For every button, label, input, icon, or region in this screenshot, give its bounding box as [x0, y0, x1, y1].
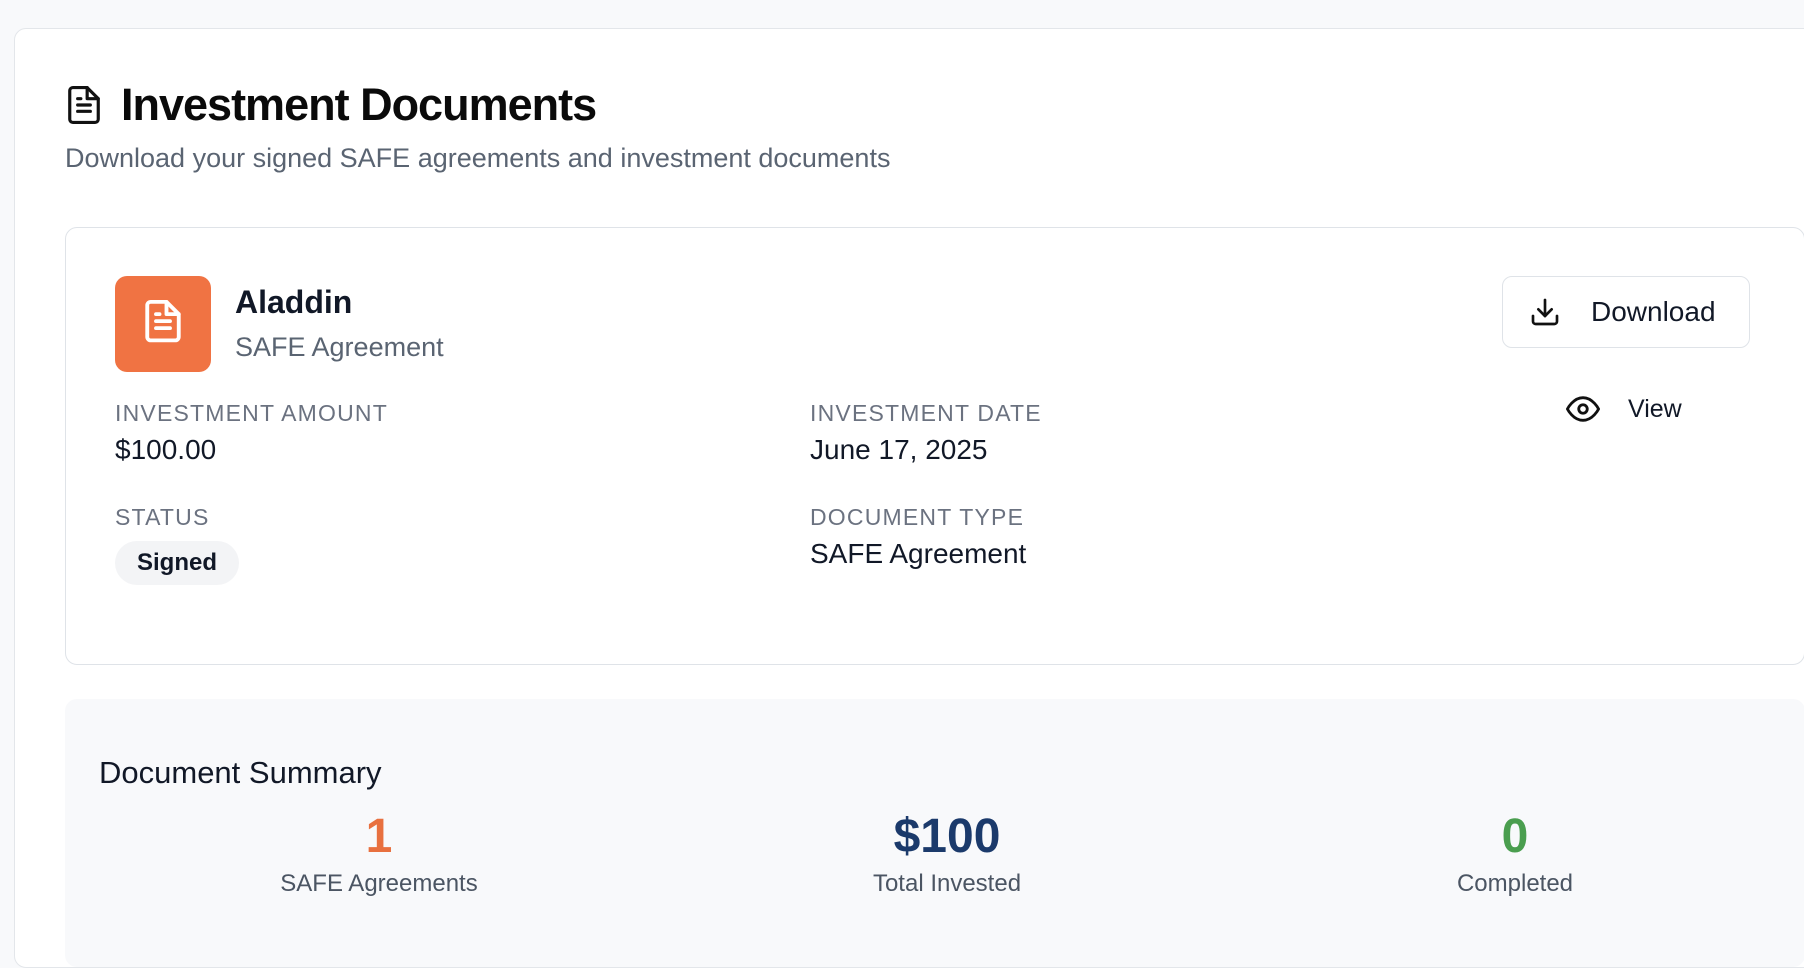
investment-date-label: INVESTMENT DATE [810, 400, 1042, 426]
document-icon [142, 298, 184, 351]
investment-amount-value: $100.00 [115, 434, 217, 465]
view-button-label: View [1628, 394, 1682, 423]
stat-label: SAFE Agreements [280, 869, 478, 897]
investment-amount-label: INVESTMENT AMOUNT [115, 400, 388, 426]
view-button[interactable]: View [1566, 386, 1682, 432]
stat-label: Total Invested [872, 869, 1022, 897]
stat-total-invested: $100 Total Invested [747, 810, 1147, 898]
page-title: Investment Documents [121, 79, 597, 130]
status-badge: Signed [115, 541, 240, 585]
document-summary: Document Summary 1 SAFE Agreements $100 … [65, 699, 1804, 967]
stat-value: 1 [365, 810, 393, 863]
page-subtitle: Download your signed SAFE agreements and… [65, 143, 891, 173]
document-icon [65, 84, 103, 126]
title-row: Investment Documents [65, 79, 890, 131]
document-type-label: DOCUMENT TYPE [810, 504, 1025, 530]
eye-icon [1566, 392, 1600, 426]
download-icon [1529, 296, 1561, 328]
document-icon-tile [115, 276, 211, 372]
download-button-label: Download [1591, 296, 1716, 327]
page-header: Investment Documents Download your signe… [65, 79, 890, 174]
document-name: Aladdin [235, 284, 353, 320]
status-label: STATUS [115, 504, 210, 530]
stat-label: Completed [1456, 869, 1574, 897]
summary-title: Document Summary [99, 755, 382, 790]
stat-safe-agreements: 1 SAFE Agreements [179, 810, 579, 898]
investment-documents-panel: Investment Documents Download your signe… [14, 28, 1804, 968]
investment-date-value: June 17, 2025 [810, 434, 988, 465]
document-type-value: SAFE Agreement [810, 538, 1027, 569]
stat-value: $100 [893, 810, 1001, 863]
stat-completed: 0 Completed [1315, 810, 1715, 898]
download-button[interactable]: Download [1502, 276, 1750, 348]
stat-value: 0 [1501, 810, 1529, 863]
document-card: Aladdin SAFE Agreement INVESTMENT AMOUNT… [65, 227, 1804, 665]
document-kind: SAFE Agreement [235, 332, 444, 362]
